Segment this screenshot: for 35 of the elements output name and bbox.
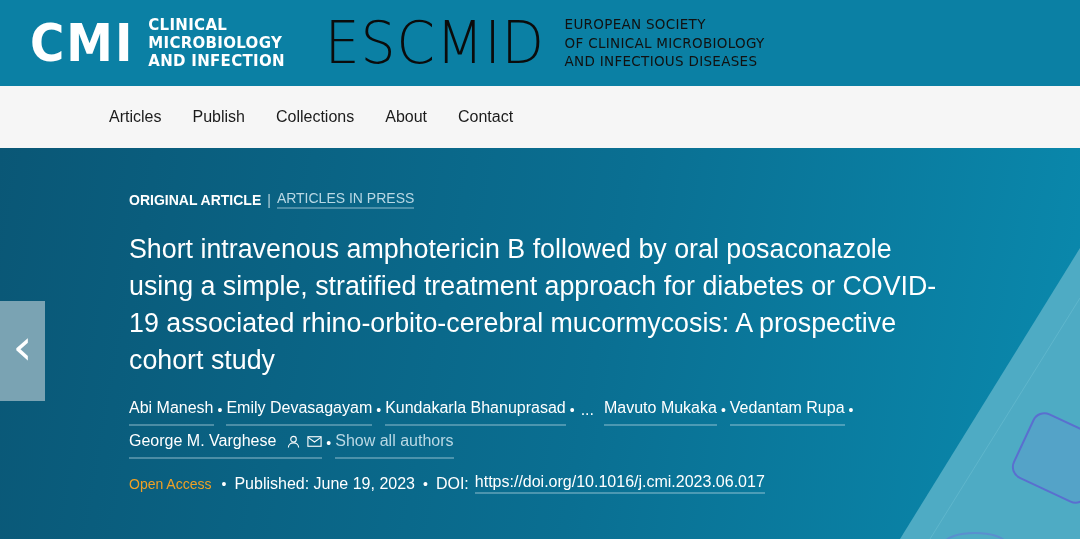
author-link[interactable]: Kundakarla Bhanuprasad [385,393,566,426]
doi-label: DOI: [435,474,469,493]
nav-link[interactable]: Collections [275,108,355,126]
author-link[interactable]: Emily Devasagayam [226,393,373,426]
section-link[interactable]: ARTICLES IN PRESS [276,190,415,209]
article-type: ORIGINAL ARTICLE [129,191,262,208]
society-logo-text: EUROPEAN SOCIETY OF CLINICAL MICROBIOLOGY AND INFECTIOUS DISEASES [564,15,765,71]
nav-link[interactable]: About [385,108,427,126]
bullet: • [569,400,575,420]
open-access-label: Open Access [129,475,212,492]
show-authors-link[interactable]: Show all authors [335,426,454,459]
author-link[interactable]: Vedantam Rupa [729,393,845,426]
author-link[interactable]: Mavuto Mukaka [603,393,717,426]
author-link[interactable]: George M. Varghese [129,426,323,459]
bullet: • [326,433,332,453]
mail-icon[interactable] [307,435,323,447]
person-icon [287,434,301,448]
nav-link[interactable]: Contact [458,108,514,126]
nav-link[interactable]: Articles [109,108,162,126]
journal-logo-text: CLINICAL MICROBIOLOGY AND INFECTION [148,16,285,70]
author-link[interactable]: Abi Manesh [129,393,214,426]
bullet: • [217,400,223,420]
journal-logo-mark[interactable]: CMI [30,17,135,69]
bullet: • [423,475,428,492]
bullet: • [848,400,854,420]
bullet: • [221,475,227,492]
separator: | [267,191,271,208]
article-title: Short intravenous amphotericin B followed by oral posaconazole using a simple, stratified treatment approach for diabetes or COVID-19 associated rhino-orbito-cerebral mucormycosis: A prospective cohort study [129,233,938,377]
published-date: Published: June 19, 2023 [234,474,415,493]
bullet: • [720,400,726,420]
bullet: • [376,400,382,420]
ellipsis: ... [580,399,594,420]
doi-link[interactable]: https://doi.org/10.1016/j.cmi.2023.06.017 [474,473,765,494]
society-logo-mark[interactable]: ESCMID [324,17,545,69]
nav-link[interactable]: Publish [192,108,245,126]
